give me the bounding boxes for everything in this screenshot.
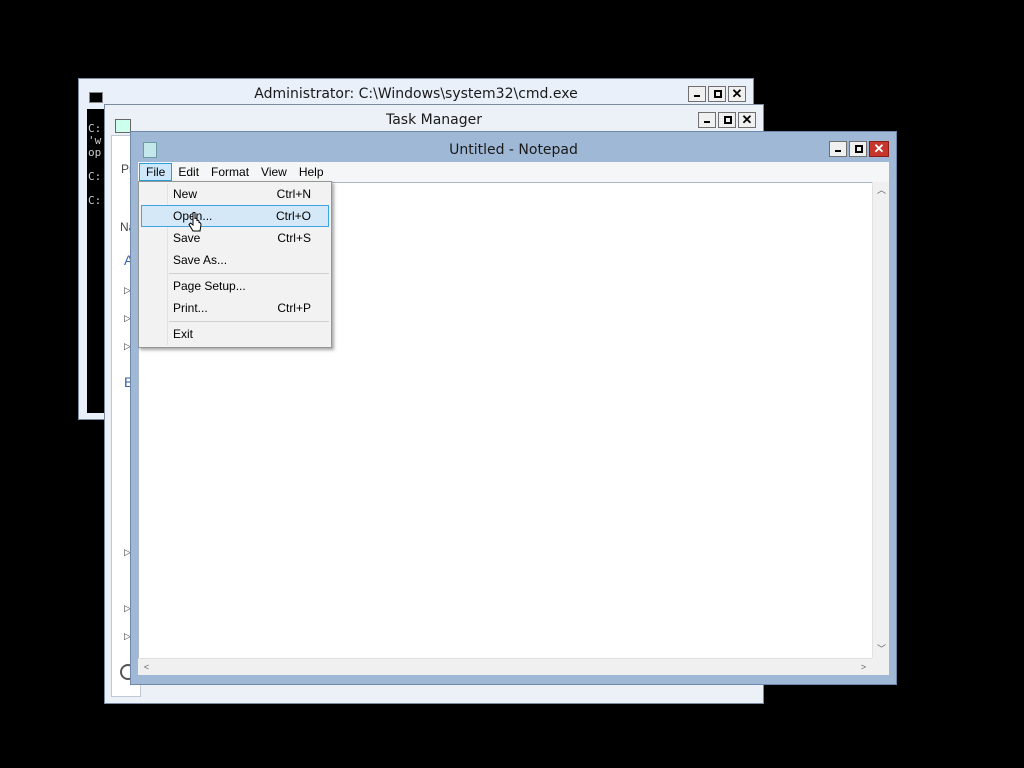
minimize-icon — [835, 150, 841, 152]
menu-item-label: Page Setup... — [173, 279, 246, 293]
notepad-title: Untitled - Notepad — [449, 142, 578, 158]
maximize-icon — [855, 145, 863, 153]
maximize-icon — [714, 90, 722, 98]
cmd-close-button[interactable]: ✕ — [728, 86, 746, 102]
menu-item-label: New — [173, 187, 198, 201]
menu-item-print[interactable]: Print... Ctrl+P — [141, 297, 329, 319]
cmd-maximize-button[interactable] — [708, 86, 726, 102]
minimize-icon — [704, 121, 710, 123]
notepad-minimize-button[interactable] — [829, 141, 847, 157]
menu-edit[interactable]: Edit — [172, 163, 205, 181]
menu-item-page-setup[interactable]: Page Setup... — [141, 275, 329, 297]
tm-maximize-button[interactable] — [718, 112, 736, 128]
menu-item-save-as[interactable]: Save As... — [141, 249, 329, 271]
menu-file[interactable]: File — [139, 163, 173, 181]
menu-item-shortcut: Ctrl+O — [275, 209, 311, 223]
menu-item-save[interactable]: Save Ctrl+S — [141, 227, 329, 249]
minimize-icon — [694, 95, 700, 97]
menu-separator — [169, 273, 329, 274]
file-dropdown-menu: New Ctrl+N Open... Ctrl+O Save Ctrl+S Sa… — [138, 181, 332, 348]
notepad-menubar: File Edit Format View Help — [138, 162, 889, 182]
menu-item-open[interactable]: Open... Ctrl+O — [141, 205, 329, 227]
cmd-minimize-button[interactable] — [688, 86, 706, 102]
menu-item-label: Print... — [173, 301, 208, 315]
menu-help[interactable]: Help — [293, 163, 330, 181]
menu-item-shortcut: Ctrl+N — [276, 187, 311, 201]
close-icon: ✕ — [731, 86, 743, 101]
close-icon: ✕ — [873, 141, 885, 156]
menu-item-shortcut: Ctrl+S — [277, 231, 311, 245]
notepad-close-button[interactable]: ✕ — [869, 141, 889, 157]
menu-item-new[interactable]: New Ctrl+N — [141, 183, 329, 205]
menu-item-label: Exit — [173, 327, 194, 341]
maximize-icon — [724, 116, 732, 124]
menu-separator — [169, 321, 329, 322]
menu-item-label: Save As... — [173, 253, 228, 267]
menu-view[interactable]: View — [255, 163, 293, 181]
menu-item-shortcut: Ctrl+P — [277, 301, 311, 315]
tm-minimize-button[interactable] — [698, 112, 716, 128]
menu-item-exit[interactable]: Exit — [141, 323, 329, 345]
tm-close-button[interactable]: ✕ — [738, 112, 756, 128]
notepad-maximize-button[interactable] — [849, 141, 867, 157]
mouse-pointer-icon — [188, 212, 202, 232]
close-icon: ✕ — [741, 112, 753, 127]
menu-format[interactable]: Format — [205, 163, 255, 181]
